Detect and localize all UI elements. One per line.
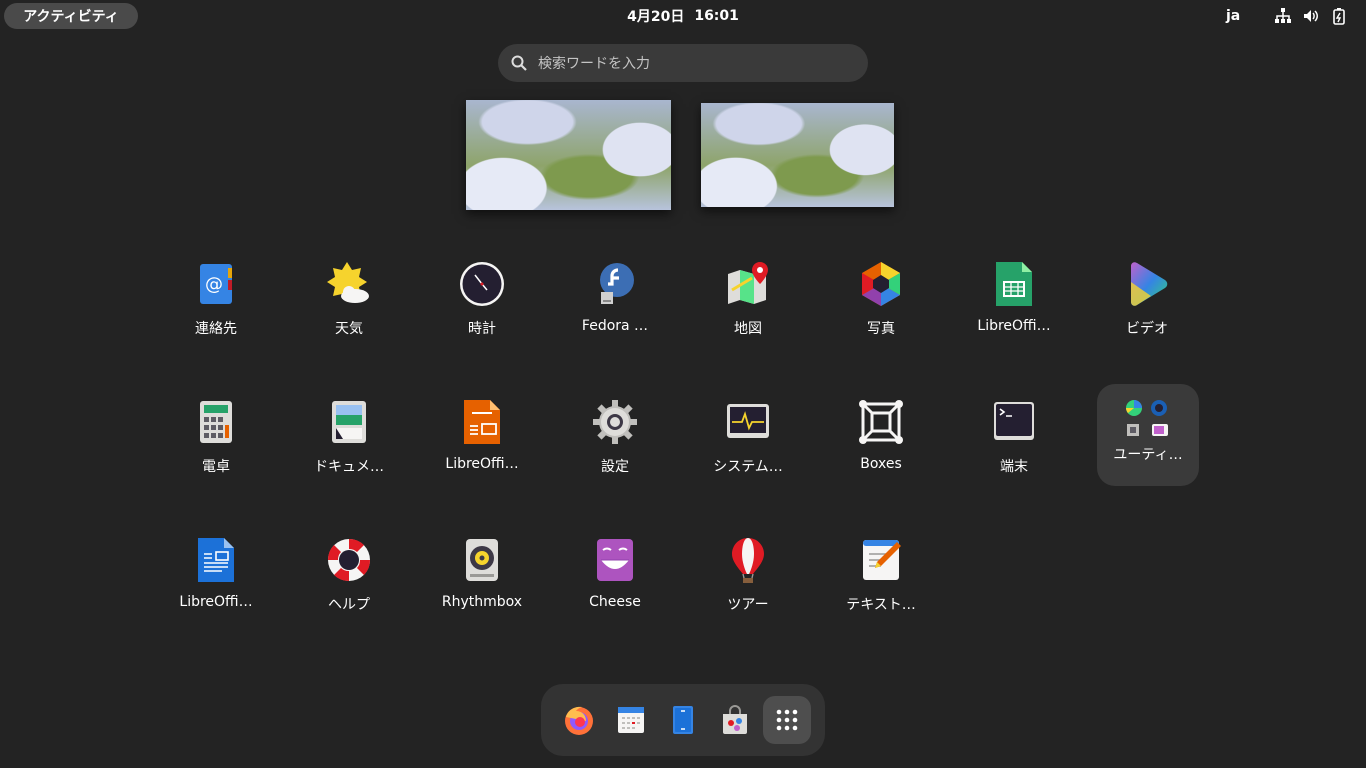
- document-scanner-icon: [332, 401, 366, 443]
- app-cheese[interactable]: Cheese: [560, 536, 670, 610]
- system-menu-button[interactable]: [1274, 7, 1348, 25]
- weather-icon: [327, 262, 369, 303]
- dash: [541, 684, 825, 756]
- activities-button[interactable]: アクティビティ: [4, 3, 138, 29]
- search-placeholder: 検索ワードを入力: [538, 56, 650, 72]
- app-label: 電卓: [202, 459, 230, 475]
- workspace-thumbnail-1[interactable]: [466, 100, 671, 210]
- app-contacts[interactable]: @ 連絡先: [161, 260, 271, 338]
- show-apps-icon: [776, 709, 798, 731]
- firefox-icon: [565, 706, 593, 735]
- app-calculator[interactable]: 電卓: [161, 398, 271, 476]
- app-videos[interactable]: ビデオ: [1092, 260, 1202, 338]
- calendar-icon: [618, 707, 644, 733]
- app-rhythmbox[interactable]: Rhythmbox: [427, 536, 537, 610]
- app-label: Boxes: [860, 456, 902, 472]
- search-entry[interactable]: 検索ワードを入力: [498, 44, 868, 82]
- show-apps-button[interactable]: [763, 696, 811, 744]
- dash-calendar[interactable]: [607, 696, 655, 744]
- photos-icon: [862, 262, 900, 306]
- app-label: システム…: [713, 459, 783, 475]
- app-label: ツアー: [727, 597, 769, 613]
- app-label: Cheese: [589, 594, 641, 610]
- app-document-scanner[interactable]: ドキュメ…: [294, 398, 404, 476]
- app-label: ユーティ…: [1113, 447, 1183, 463]
- maps-icon: [728, 262, 768, 304]
- clock-date: 4月20日: [627, 9, 685, 25]
- cheese-icon: [597, 539, 633, 581]
- app-label: 天気: [335, 321, 363, 337]
- app-weather[interactable]: 天気: [294, 260, 404, 338]
- clock-button[interactable]: 4月20日 16:01: [583, 0, 783, 32]
- search-icon: [511, 55, 527, 71]
- app-label: 写真: [867, 321, 895, 337]
- app-photos[interactable]: 写真: [826, 260, 936, 338]
- app-help[interactable]: ヘルプ: [294, 536, 404, 614]
- app-label: LibreOffi…: [179, 594, 253, 610]
- clock-icon: [460, 262, 504, 306]
- help-icon: [327, 538, 371, 582]
- app-settings[interactable]: 設定: [560, 398, 670, 476]
- app-label: 連絡先: [195, 321, 237, 337]
- app-label: ビデオ: [1126, 321, 1168, 337]
- wallpaper-image: [466, 100, 671, 210]
- boxes-icon: [859, 400, 903, 444]
- dash-software[interactable]: [711, 696, 759, 744]
- app-clocks[interactable]: 時計: [427, 260, 537, 338]
- network-icon: [1275, 8, 1291, 23]
- app-label: ドキュメ…: [314, 459, 384, 475]
- top-bar: アクティビティ 4月20日 16:01 ja: [0, 0, 1366, 32]
- calculator-icon: [200, 401, 232, 443]
- app-tour[interactable]: ツアー: [693, 536, 803, 614]
- app-label: LibreOffi…: [977, 318, 1051, 334]
- workspace-thumbnail-2[interactable]: [701, 103, 894, 207]
- app-label: 時計: [468, 321, 496, 337]
- app-fedora-media-writer[interactable]: Fedora …: [560, 260, 670, 334]
- app-libreoffice-calc[interactable]: LibreOffi…: [959, 260, 1069, 334]
- files-icon: [673, 706, 693, 734]
- libreoffice-writer-icon: [198, 538, 234, 582]
- rhythmbox-icon: [466, 539, 498, 581]
- app-label: Fedora …: [581, 318, 649, 334]
- app-libreoffice-impress[interactable]: LibreOffi…: [427, 398, 537, 472]
- app-label: LibreOffi…: [445, 456, 519, 472]
- input-method-indicator[interactable]: ja: [1226, 0, 1240, 32]
- wallpaper-image: [701, 103, 894, 207]
- libreoffice-impress-icon: [464, 400, 500, 444]
- svg-text:@: @: [205, 274, 223, 295]
- app-terminal[interactable]: 端末: [959, 398, 1069, 476]
- system-monitor-icon: [727, 404, 769, 438]
- libreoffice-calc-icon: [996, 262, 1032, 306]
- terminal-icon: [994, 402, 1034, 440]
- app-label: Rhythmbox: [441, 594, 523, 610]
- videos-icon: [1131, 262, 1168, 306]
- volume-icon: [1304, 10, 1318, 22]
- app-label: 端末: [1000, 459, 1028, 475]
- app-boxes[interactable]: Boxes: [826, 398, 936, 472]
- app-system-monitor[interactable]: システム…: [693, 398, 803, 476]
- app-text-editor[interactable]: テキスト…: [826, 536, 936, 614]
- tour-icon: [732, 538, 764, 583]
- contacts-icon: @: [200, 264, 232, 304]
- app-label: 設定: [601, 459, 629, 475]
- text-editor-icon: [863, 540, 901, 580]
- utilities-folder-icon: [1126, 400, 1168, 436]
- fedora-icon: [600, 263, 634, 304]
- app-label: テキスト…: [846, 597, 916, 613]
- battery-icon: [1333, 8, 1345, 25]
- settings-icon: [593, 400, 637, 444]
- app-maps[interactable]: 地図: [693, 260, 803, 338]
- app-label: ヘルプ: [328, 597, 370, 613]
- app-label: 地図: [734, 321, 762, 337]
- dash-files[interactable]: [659, 696, 707, 744]
- dash-firefox[interactable]: [555, 696, 603, 744]
- app-folder-utilities[interactable]: ユーティ…: [1097, 384, 1199, 486]
- app-libreoffice-writer[interactable]: LibreOffi…: [161, 536, 271, 610]
- clock-time: 16:01: [694, 8, 739, 24]
- software-icon: [723, 705, 747, 734]
